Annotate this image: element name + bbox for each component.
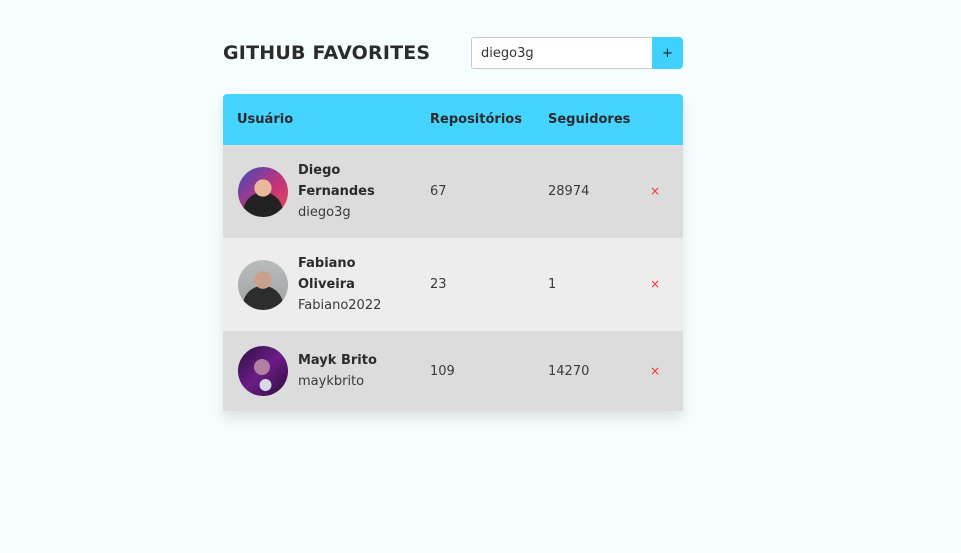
- user-name: Mayk Brito: [298, 353, 377, 368]
- repositories-count: 109: [430, 363, 455, 379]
- remove-cell: ×: [648, 238, 683, 331]
- user-name: Fabiano Oliveira: [298, 256, 356, 292]
- favorites-table: Usuário Repositórios Seguidores Diego Fe…: [223, 94, 683, 411]
- search-input[interactable]: [471, 37, 652, 69]
- table-row: Mayk Brito maykbrito 109 14270 ×: [223, 331, 683, 411]
- user-info: Mayk Brito maykbrito: [238, 346, 430, 396]
- user-login: maykbrito: [298, 374, 365, 389]
- table-row: Diego Fernandes diego3g 67 28974 ×: [223, 145, 683, 238]
- user-login: diego3g: [298, 205, 351, 220]
- header-followers: Seguidores: [548, 112, 631, 127]
- user-login: Fabiano2022: [298, 298, 382, 313]
- avatar: [238, 346, 288, 396]
- header: GITHUB FAVORITES +: [223, 37, 683, 69]
- followers-count: 14270: [548, 363, 590, 379]
- remove-button[interactable]: ×: [650, 184, 660, 198]
- page-title: GITHUB FAVORITES: [223, 42, 431, 64]
- add-favorite-button[interactable]: +: [652, 37, 683, 69]
- user-info: Fabiano Oliveira Fabiano2022: [238, 253, 430, 316]
- user-text: Diego Fernandes diego3g: [298, 160, 378, 223]
- repositories-count: 23: [430, 277, 447, 292]
- remove-button[interactable]: ×: [650, 364, 660, 378]
- followers-count: 28974: [548, 184, 590, 199]
- user-text: Mayk Brito maykbrito: [298, 350, 377, 392]
- user-cell: Mayk Brito maykbrito: [223, 331, 430, 411]
- user-text: Fabiano Oliveira Fabiano2022: [298, 253, 381, 316]
- avatar: [238, 259, 288, 310]
- remove-cell: ×: [648, 145, 683, 238]
- repositories-count: 67: [430, 184, 447, 199]
- avatar: [238, 166, 288, 217]
- header-user: Usuário: [237, 112, 294, 127]
- table-row: Fabiano Oliveira Fabiano2022 23 1 ×: [223, 238, 683, 331]
- favorites-table-container: Usuário Repositórios Seguidores Diego Fe…: [223, 94, 683, 411]
- header-actions: [648, 94, 683, 145]
- followers-count: 1: [548, 277, 557, 292]
- user-cell: Fabiano Oliveira Fabiano2022: [223, 238, 430, 331]
- remove-button[interactable]: ×: [650, 277, 660, 291]
- user-info: Diego Fernandes diego3g: [238, 160, 430, 223]
- app-container: GITHUB FAVORITES + Usuário Repositórios …: [223, 37, 683, 411]
- user-cell: Diego Fernandes diego3g: [223, 145, 430, 238]
- remove-cell: ×: [648, 331, 683, 411]
- user-name: Diego Fernandes: [298, 163, 375, 199]
- header-repositories: Repositórios: [430, 112, 522, 127]
- table-header-row: Usuário Repositórios Seguidores: [223, 94, 683, 145]
- search-bar: +: [471, 37, 683, 69]
